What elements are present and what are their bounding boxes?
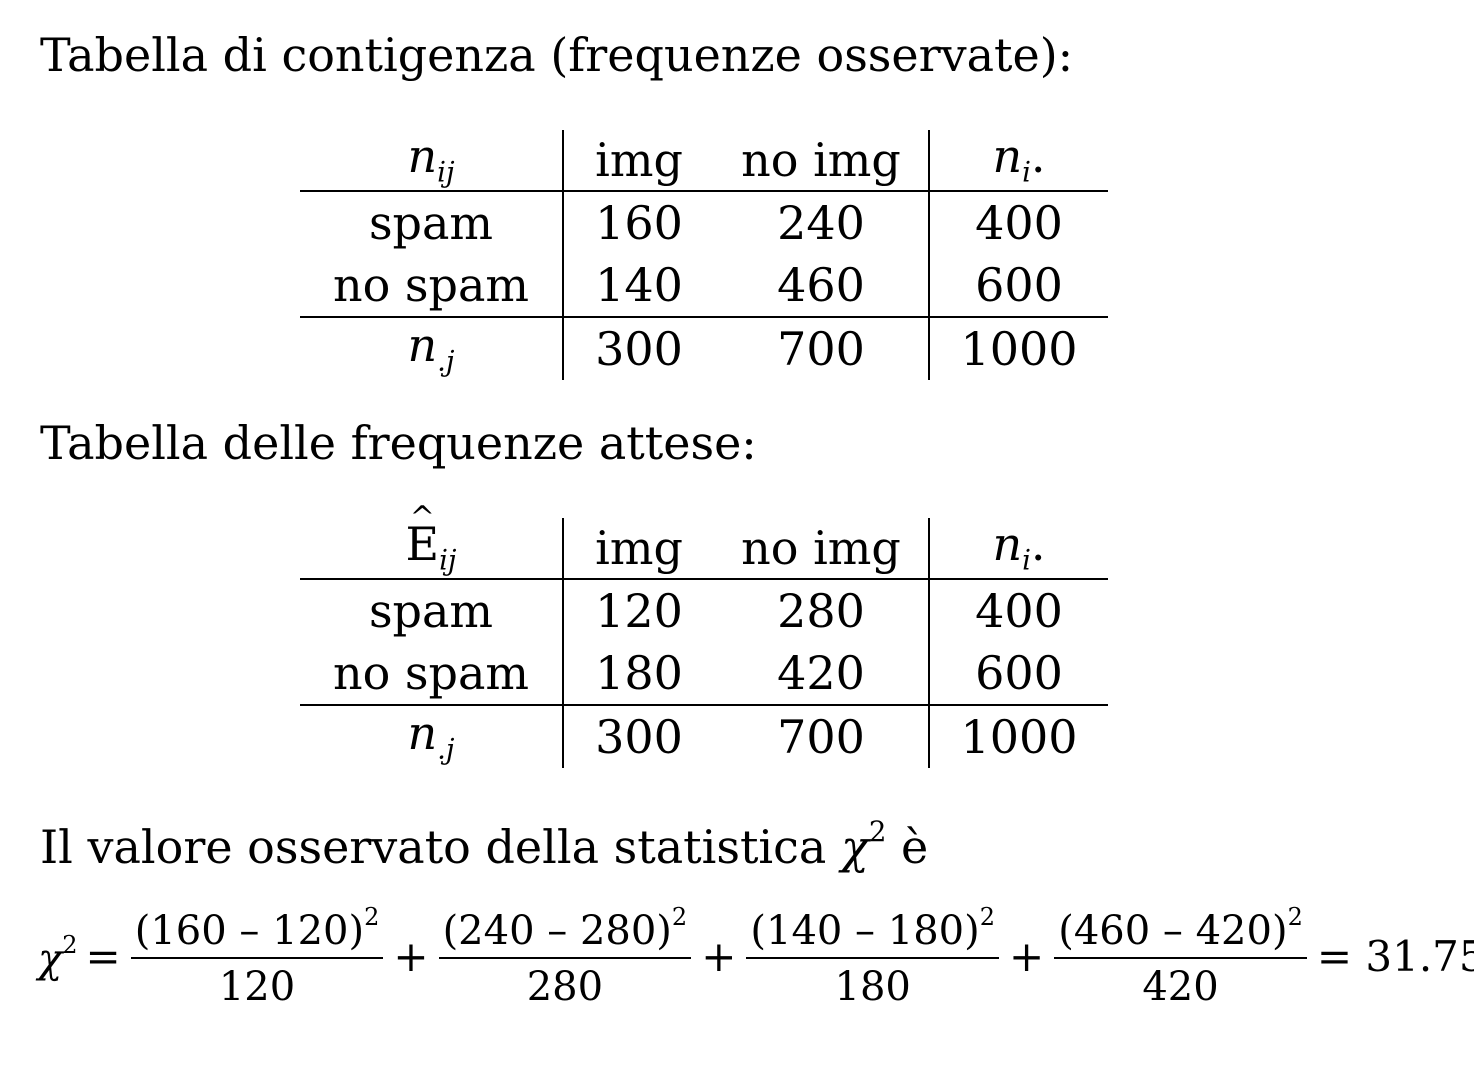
row-label: no spam [300, 254, 564, 318]
table-cell: 120 [595, 584, 683, 638]
grand-total-cell: 1000 [960, 322, 1078, 376]
column-total-label: n.j [300, 705, 564, 768]
fraction-term: (160 – 120)2 120 [130, 905, 384, 1007]
expected-frequency-table: ^ Eij img no img ni. spam 120 280 400 no … [300, 503, 1108, 768]
hat-accent: ^ [409, 500, 435, 536]
column-header-no-img: no img [714, 518, 930, 580]
column-totals-row: n.j 300 700 1000 [300, 705, 1108, 768]
plus-sign: + [393, 931, 429, 981]
statistic-sentence-text: Il valore osservato della statistica [40, 820, 827, 875]
fraction-term: (240 – 280)2 280 [438, 905, 692, 1007]
chi-power: 2 [868, 815, 887, 848]
table-cell: 460 [714, 254, 930, 318]
formula-lhs: χ2 [38, 930, 78, 982]
row-label: no spam [300, 642, 564, 706]
row-total-cell: 600 [929, 254, 1108, 318]
table-cell: 420 [714, 642, 930, 706]
column-totals-row: n.j 300 700 1000 [300, 317, 1108, 380]
table-row: spam 160 240 400 [300, 191, 1108, 254]
column-total-cell: 300 [595, 710, 683, 764]
table-cell: 140 [563, 254, 714, 318]
observed-table-heading: Tabella di contigenza (frequenze osserva… [40, 28, 1074, 82]
column-header-img: img [563, 130, 714, 192]
column-header-img: img [563, 518, 714, 580]
table-cell: 240 [714, 191, 930, 254]
row-total-cell: 400 [975, 196, 1063, 250]
observed-frequency-table: nij img no img ni. spam 160 240 400 no s… [300, 130, 1108, 380]
table-cell: 180 [563, 642, 714, 706]
row-label: spam [300, 191, 564, 254]
column-header-no-img: no img [714, 130, 930, 192]
plus-sign: + [1009, 931, 1045, 981]
table-row: spam 120 280 400 [300, 579, 1108, 642]
fraction-term: (140 – 180)2 180 [746, 905, 1000, 1007]
fraction-term: (460 – 420)2 420 [1054, 905, 1307, 1007]
column-total-cell: 700 [714, 317, 930, 380]
chi-symbol: χ [840, 820, 869, 875]
chi-square-formula: χ2 = (160 – 120)2 120 + (240 – 280)2 280… [38, 905, 1474, 1007]
row-total-cell: 600 [929, 642, 1108, 706]
column-total-cell: 700 [714, 705, 930, 768]
corner-cell: nij [300, 130, 564, 192]
equals-sign: = [85, 931, 121, 981]
expected-table-heading: Tabella delle frequenze attese: [40, 416, 757, 470]
row-label: spam [300, 579, 564, 642]
table-row: no spam 180 420 600 [300, 642, 1108, 706]
table-header-row: nij img no img ni. [300, 130, 1108, 192]
table-cell: 160 [595, 196, 683, 250]
row-total-header: ni. [929, 130, 1108, 192]
statistic-verb: è [901, 820, 929, 875]
column-total-cell: 300 [595, 322, 683, 376]
formula-result: = 31.75 [1316, 931, 1474, 981]
column-total-label: n.j [300, 317, 564, 380]
row-total-cell: 400 [975, 584, 1063, 638]
table-row: no spam 140 460 600 [300, 254, 1108, 318]
statistic-sentence: Il valore osservato della statistica χ2 … [40, 818, 928, 870]
table-cell: 280 [714, 579, 930, 642]
row-total-header: ni. [929, 518, 1108, 580]
plus-sign: + [701, 931, 737, 981]
corner-cell: ^ Eij [300, 503, 564, 580]
grand-total-cell: 1000 [960, 710, 1078, 764]
table-header-row: ^ Eij img no img ni. [300, 503, 1108, 580]
